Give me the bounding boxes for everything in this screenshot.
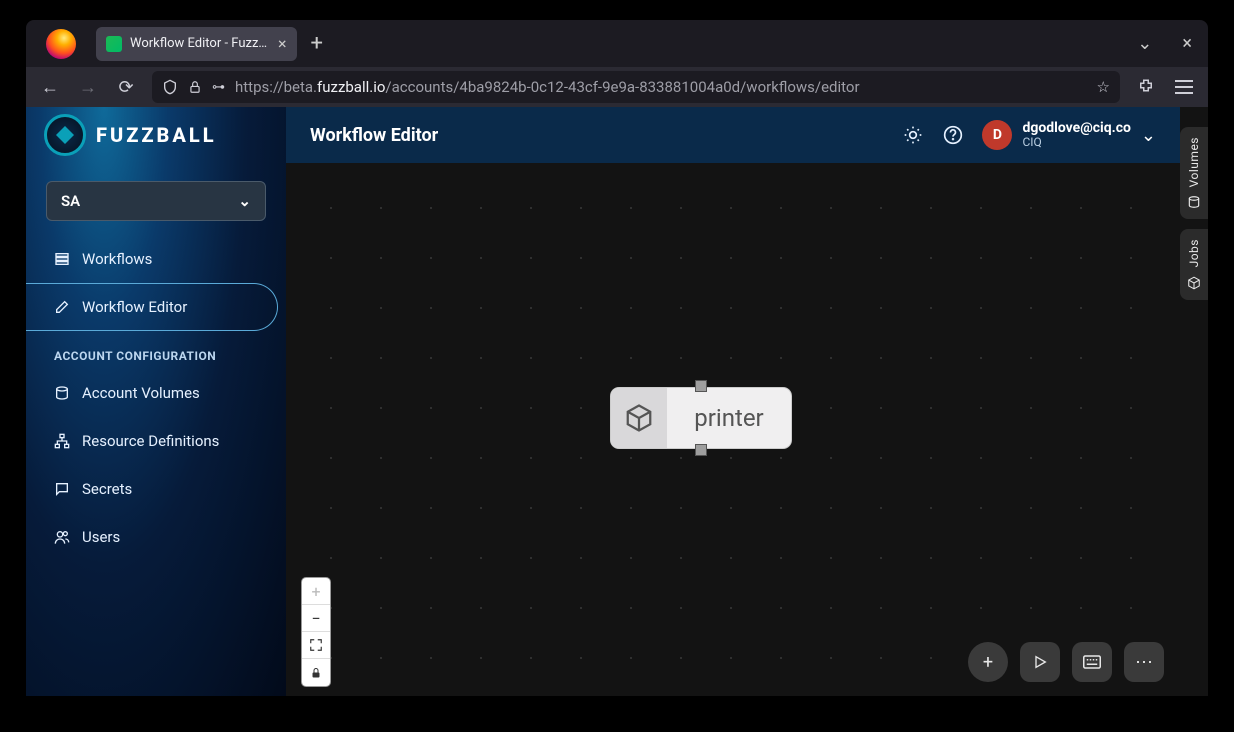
user-email: dgodlove@ciq.co [1022, 121, 1130, 136]
fit-view-button[interactable] [302, 632, 330, 659]
canvas-action-bar: + ⋯ [968, 642, 1164, 682]
chevron-down-icon: ⌄ [238, 192, 251, 210]
node-handle-bottom[interactable] [695, 444, 707, 456]
tab-favicon [106, 36, 122, 52]
rail-label: Volumes [1187, 137, 1201, 187]
window-close-button[interactable]: × [1182, 33, 1192, 54]
url-text: https://beta.fuzzball.io/accounts/4ba982… [235, 78, 860, 96]
browser-menu-button[interactable] [1172, 75, 1196, 99]
sidebar-section-label: ACCOUNT CONFIGURATION [26, 331, 286, 369]
shield-icon[interactable] [162, 79, 178, 95]
sidebar-item-label: Workflows [82, 250, 152, 268]
tab-strip: Workflow Editor - Fuzzba × + ⌄ × [26, 20, 1208, 67]
app-root: FUZZBALL SA ⌄ Workflows Workflow Edit [26, 107, 1208, 696]
sidebar-item-label: Users [82, 528, 120, 546]
help-button[interactable] [942, 124, 964, 146]
sidebar-item-account-volumes[interactable]: Account Volumes [26, 369, 286, 417]
zoom-out-button[interactable]: − [302, 605, 330, 632]
browser-tab[interactable]: Workflow Editor - Fuzzba × [96, 27, 297, 61]
page-title: Workflow Editor [310, 125, 438, 146]
edit-icon [54, 299, 70, 315]
avatar: D [982, 120, 1012, 150]
reload-button[interactable]: ⟳ [114, 75, 138, 99]
rail-label: Jobs [1187, 239, 1201, 267]
add-node-button[interactable]: + [968, 642, 1008, 682]
new-tab-button[interactable]: + [311, 31, 323, 56]
sidebar: FUZZBALL SA ⌄ Workflows Workflow Edit [26, 107, 286, 696]
firefox-icon[interactable] [46, 29, 76, 59]
users-icon [54, 529, 70, 545]
url-bar[interactable]: ⊶ https://beta.fuzzball.io/accounts/4ba9… [152, 71, 1120, 103]
volume-icon [1187, 195, 1201, 209]
app-header: Workflow Editor D dgodlove@ciq.co CIQ ⌄ [286, 107, 1180, 163]
chat-icon [54, 481, 70, 497]
node-label: printer [667, 404, 791, 432]
browser-toolbar: ← → ⟳ ⊶ https://beta.fuzzball.io/account… [26, 67, 1208, 107]
sidebar-item-label: Secrets [82, 480, 132, 498]
back-button[interactable]: ← [38, 75, 62, 99]
keyboard-shortcuts-button[interactable] [1072, 642, 1112, 682]
theme-toggle-button[interactable] [902, 124, 924, 146]
sidebar-item-label: Account Volumes [82, 384, 200, 402]
permissions-icon[interactable]: ⊶ [212, 80, 225, 95]
lock-view-button[interactable] [302, 659, 330, 686]
side-rails: Volumes Jobs [1180, 107, 1208, 300]
user-menu[interactable]: D dgodlove@ciq.co CIQ ⌄ [982, 120, 1156, 150]
bookmark-star-icon[interactable]: ☆ [1097, 78, 1110, 96]
brand-logo-icon [44, 114, 86, 156]
list-icon [54, 251, 70, 267]
account-select[interactable]: SA ⌄ [46, 181, 266, 221]
sidebar-item-label: Workflow Editor [82, 298, 187, 316]
brand-name: FUZZBALL [96, 123, 217, 147]
sidebar-item-users[interactable]: Users [26, 513, 286, 561]
cube-icon [611, 388, 667, 448]
user-org: CIQ [1022, 136, 1130, 149]
sidebar-item-workflows[interactable]: Workflows [26, 235, 286, 283]
run-workflow-button[interactable] [1020, 642, 1060, 682]
account-select-value: SA [61, 192, 80, 210]
chevron-down-icon: ⌄ [1141, 125, 1156, 146]
rail-tab-jobs[interactable]: Jobs [1180, 229, 1208, 299]
rail-tab-volumes[interactable]: Volumes [1180, 127, 1208, 219]
sidebar-item-secrets[interactable]: Secrets [26, 465, 286, 513]
node-handle-top[interactable] [695, 380, 707, 392]
workflow-canvas[interactable]: printer + − + [286, 163, 1180, 696]
zoom-in-button[interactable]: + [302, 578, 330, 605]
forward-button[interactable]: → [76, 75, 100, 99]
workflow-node[interactable]: printer [611, 388, 791, 448]
sidebar-item-resource-definitions[interactable]: Resource Definitions [26, 417, 286, 465]
browser-window: Workflow Editor - Fuzzba × + ⌄ × ← → ⟳ ⊶… [26, 20, 1208, 696]
zoom-controls: + − [302, 578, 330, 686]
extensions-button[interactable] [1134, 75, 1158, 99]
volume-icon [54, 385, 70, 401]
brand[interactable]: FUZZBALL [26, 107, 286, 163]
cube-icon [1187, 276, 1201, 290]
tab-title: Workflow Editor - Fuzzba [130, 36, 270, 51]
tab-close-icon[interactable]: × [278, 34, 287, 53]
list-tabs-button[interactable]: ⌄ [1137, 33, 1152, 54]
sidebar-item-label: Resource Definitions [82, 432, 219, 450]
lock-icon[interactable] [188, 80, 202, 94]
more-actions-button[interactable]: ⋯ [1124, 642, 1164, 682]
sitemap-icon [54, 433, 70, 449]
sidebar-nav: Workflows Workflow Editor ACCOUNT CONFIG… [26, 235, 286, 561]
sidebar-item-workflow-editor[interactable]: Workflow Editor [26, 283, 278, 331]
